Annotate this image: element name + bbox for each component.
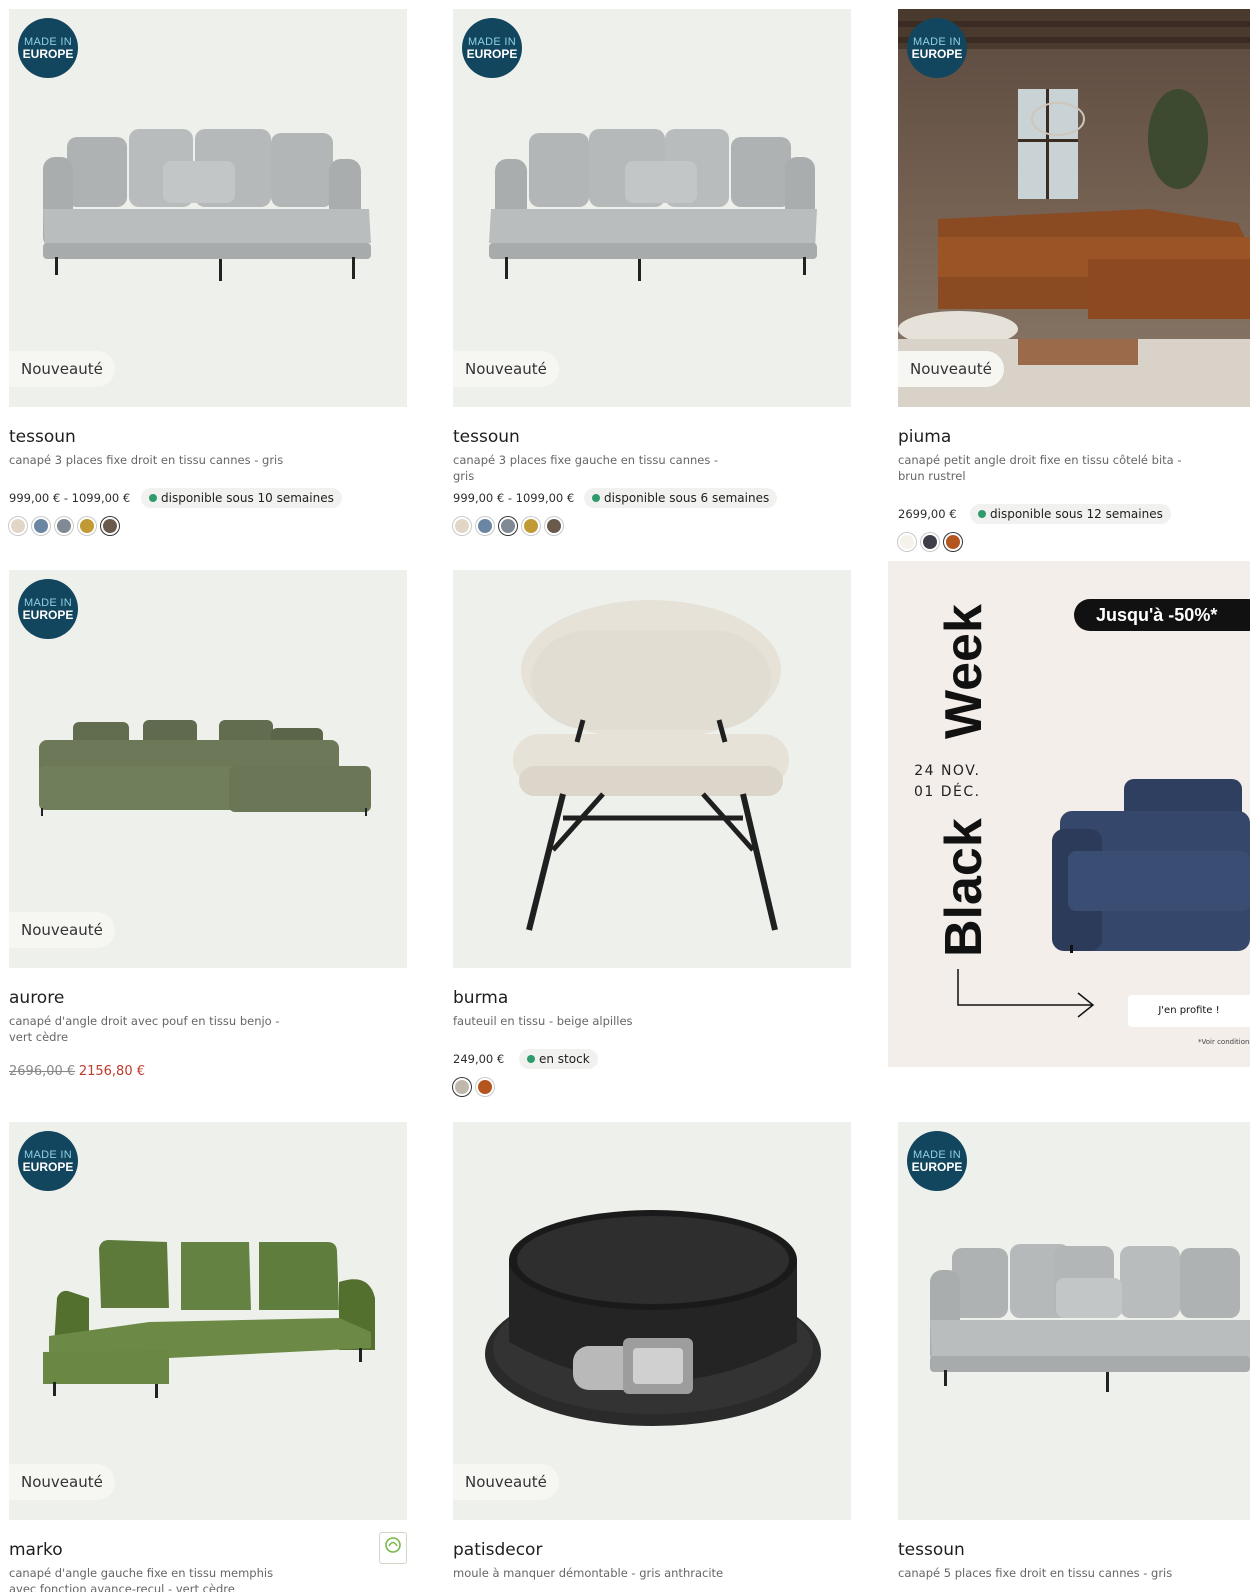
availability-badge: disponible sous 10 semaines xyxy=(141,488,342,508)
availability-text: disponible sous 12 semaines xyxy=(990,507,1163,521)
made-in-europe-badge: MADE IN EUROPE xyxy=(907,18,967,78)
product-image[interactable]: Nouveauté xyxy=(453,1122,851,1520)
product-image[interactable]: MADE IN EUROPE Nouveauté xyxy=(9,570,407,968)
promo-conditions-note: *Voir conditions xyxy=(1198,1038,1250,1046)
product-image[interactable]: MADE IN EUROPE Nouveauté xyxy=(9,1122,407,1520)
color-swatch[interactable] xyxy=(55,517,73,535)
product-price: 2699,00 € xyxy=(898,507,957,521)
product-description: canapé 3 places fixe gauche en tissu can… xyxy=(453,453,719,483)
color-swatches xyxy=(898,533,962,551)
product-title[interactable]: tessoun xyxy=(453,427,520,447)
color-swatch[interactable] xyxy=(476,1078,494,1096)
product-title[interactable]: aurore xyxy=(9,988,64,1008)
badge-line-2: EUROPE xyxy=(22,1160,74,1174)
black-week-banner[interactable]: Jusqu'à -50%* Week 24 NOV. 01 DÉC. Black… xyxy=(888,561,1250,1067)
product-title[interactable]: tessoun xyxy=(9,427,76,447)
product-title[interactable]: burma xyxy=(453,988,508,1008)
product-price: 999,00 € - 1099,00 € xyxy=(453,491,575,505)
color-swatches xyxy=(453,1078,494,1096)
availability-badge: disponible sous 12 semaines xyxy=(970,504,1171,524)
color-swatch[interactable] xyxy=(101,517,119,535)
made-in-europe-badge: MADE IN EUROPE xyxy=(462,18,522,78)
pefc-label-icon xyxy=(379,1532,407,1564)
old-price: 2696,00 € xyxy=(9,1064,76,1079)
availability-dot-icon xyxy=(149,494,157,502)
availability-dot-icon xyxy=(527,1055,535,1063)
product-price: 249,00 € xyxy=(453,1052,505,1066)
badge-line-2: EUROPE xyxy=(911,47,963,61)
color-swatch[interactable] xyxy=(32,517,50,535)
color-swatch[interactable] xyxy=(522,517,540,535)
promo-cta-button[interactable]: J'en profite ! xyxy=(1128,995,1250,1027)
product-title[interactable]: marko xyxy=(9,1540,63,1560)
product-image[interactable]: MADE IN EUROPE xyxy=(898,1122,1250,1520)
badge-line-2: EUROPE xyxy=(466,47,518,61)
color-swatch[interactable] xyxy=(453,517,471,535)
color-swatches xyxy=(9,517,119,535)
availability-dot-icon xyxy=(592,494,600,502)
new-tag: Nouveauté xyxy=(9,912,115,948)
color-swatch[interactable] xyxy=(78,517,96,535)
product-image[interactable]: MADE IN EUROPE Nouveauté xyxy=(453,9,851,407)
product-title[interactable]: tessoun xyxy=(898,1540,965,1560)
product-title[interactable]: piuma xyxy=(898,427,951,447)
sale-price: 2156,80 € xyxy=(78,1064,145,1079)
product-price: 999,00 € - 1099,00 € xyxy=(9,491,131,505)
product-title[interactable]: patisdecor xyxy=(453,1540,542,1560)
badge-line-2: EUROPE xyxy=(911,1160,963,1174)
product-description: moule à manquer démontable - gris anthra… xyxy=(453,1566,724,1580)
badge-line-2: EUROPE xyxy=(22,608,74,622)
made-in-europe-badge: MADE IN EUROPE xyxy=(907,1131,967,1191)
availability-dot-icon xyxy=(978,510,986,518)
availability-text: en stock xyxy=(539,1052,590,1066)
new-tag: Nouveauté xyxy=(9,351,115,387)
color-swatch[interactable] xyxy=(921,533,939,551)
product-description: canapé 3 places fixe droit en tissu cann… xyxy=(9,453,284,467)
product-price: 2696,00 € 2156,80 € xyxy=(9,1064,145,1079)
color-swatch[interactable] xyxy=(476,517,494,535)
color-swatches xyxy=(453,517,563,535)
product-description: canapé d'angle gauche fixe en tissu memp… xyxy=(9,1566,274,1592)
color-swatch[interactable] xyxy=(453,1078,471,1096)
color-swatch[interactable] xyxy=(898,533,916,551)
badge-line-2: EUROPE xyxy=(22,47,74,61)
made-in-europe-badge: MADE IN EUROPE xyxy=(18,1131,78,1191)
color-swatch[interactable] xyxy=(9,517,27,535)
product-description: canapé petit angle droit fixe en tissu c… xyxy=(898,453,1182,483)
made-in-europe-badge: MADE IN EUROPE xyxy=(18,579,78,639)
new-tag: Nouveauté xyxy=(898,351,1004,387)
product-image[interactable] xyxy=(453,570,851,968)
product-description: canapé 5 places fixe droit en tissu cann… xyxy=(898,1566,1173,1580)
arrow-right-icon xyxy=(957,969,1095,1018)
availability-badge: disponible sous 6 semaines xyxy=(584,488,778,508)
availability-badge: en stock xyxy=(519,1049,598,1069)
color-swatch[interactable] xyxy=(545,517,563,535)
cake-pan-image xyxy=(485,1210,821,1426)
product-description: canapé d'angle droit avec pouf en tissu … xyxy=(9,1014,280,1044)
made-in-europe-badge: MADE IN EUROPE xyxy=(18,18,78,78)
color-swatch[interactable] xyxy=(944,533,962,551)
new-tag: Nouveauté xyxy=(9,1464,115,1500)
new-tag: Nouveauté xyxy=(453,1464,559,1500)
new-tag: Nouveauté xyxy=(453,351,559,387)
product-description: fauteuil en tissu - beige alpilles xyxy=(453,1014,633,1028)
color-swatch[interactable] xyxy=(499,517,517,535)
availability-text: disponible sous 10 semaines xyxy=(161,491,334,505)
product-image[interactable]: MADE IN EUROPE Nouveauté xyxy=(898,9,1250,407)
product-image[interactable]: MADE IN EUROPE Nouveauté xyxy=(9,9,407,407)
armchair-image xyxy=(513,600,789,931)
availability-text: disponible sous 6 semaines xyxy=(604,491,770,505)
